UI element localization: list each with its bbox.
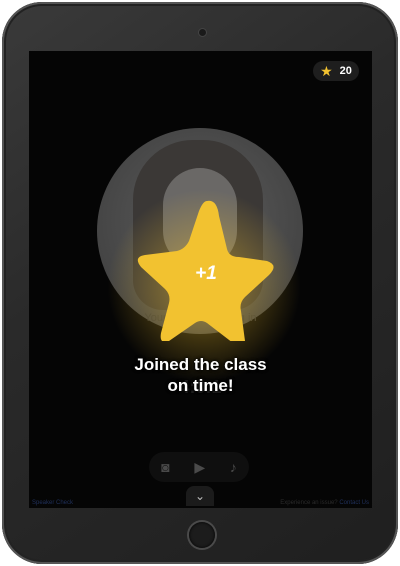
video-icon[interactable]: ▶ <box>194 459 205 476</box>
home-button[interactable] <box>189 522 215 548</box>
support-text: Experience an issue? Contact Us <box>280 500 369 506</box>
joined-line-1: Joined the class <box>134 355 267 374</box>
contact-us-link[interactable]: Contact Us <box>339 500 369 506</box>
score-value: 20 <box>339 65 352 77</box>
star-icon: ★ <box>320 63 333 79</box>
score-badge: ★ 20 <box>313 61 359 81</box>
front-camera <box>199 29 206 36</box>
support-label: Experience an issue? <box>280 500 338 506</box>
camera-icon[interactable]: ◙ <box>161 459 169 475</box>
reward-points: +1 <box>127 191 277 341</box>
microphone-icon[interactable]: ♪ <box>230 459 237 475</box>
chevron-down-icon: ⌄ <box>194 489 206 503</box>
expand-tab[interactable]: ⌄ <box>186 486 214 506</box>
joined-message: Joined the class on time! <box>29 354 372 396</box>
media-controls: ◙ ▶ ♪ <box>149 452 249 482</box>
app-screen: ★ 20 Your class is starting in 4:0:1 +1 … <box>29 51 372 508</box>
reward-label: +1 <box>195 263 217 284</box>
speaker-check-link[interactable]: Speaker Check <box>32 500 73 506</box>
joined-line-2: on time! <box>167 376 234 395</box>
